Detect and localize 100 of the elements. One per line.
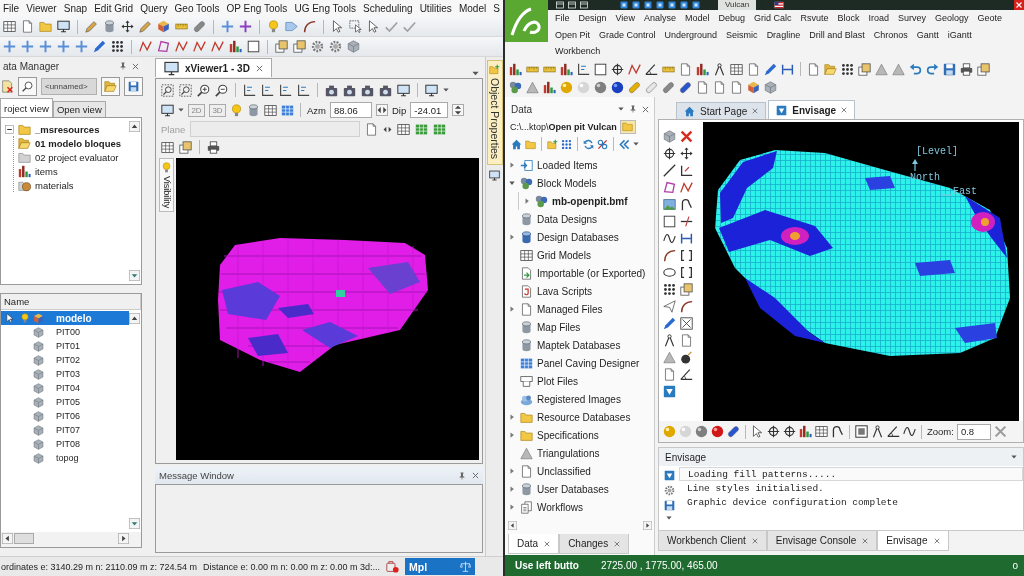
printer-icon[interactable]: [207, 140, 220, 154]
caret-right-icon[interactable]: [509, 234, 515, 240]
tree-item[interactable]: 01 modelo bloques: [18, 136, 129, 150]
tree-item[interactable]: Loaded Items: [508, 156, 652, 174]
tree-item[interactable]: Data Designs: [508, 210, 652, 228]
tree-item[interactable]: Lava Scripts: [508, 282, 652, 300]
caret-down-icon[interactable]: [633, 141, 639, 147]
square-icon[interactable]: [663, 215, 676, 228]
camera-icon[interactable]: [379, 83, 392, 97]
square-icon[interactable]: [594, 62, 607, 76]
close-icon[interactable]: [752, 108, 759, 114]
left-right-arrows-icon[interactable]: [376, 104, 388, 116]
menu-item[interactable]: File: [3, 3, 20, 14]
monitor-icon[interactable]: [161, 103, 174, 117]
axes-icon[interactable]: [297, 83, 310, 97]
page-icon[interactable]: [730, 81, 743, 95]
grid-icon[interactable]: [161, 140, 174, 154]
tree-item[interactable]: _msresources: [5, 122, 129, 136]
close-icon[interactable]: [862, 537, 869, 544]
scrollbar[interactable]: [508, 521, 652, 530]
framed-square-icon[interactable]: [855, 425, 868, 438]
move-icon[interactable]: [121, 20, 134, 33]
save-icon[interactable]: [663, 500, 675, 511]
cursor-icon[interactable]: [367, 20, 380, 33]
cube-icon[interactable]: [157, 20, 170, 33]
menu-item[interactable]: Model: [458, 3, 487, 14]
tab[interactable]: Changes: [559, 534, 630, 554]
bar-chart-icon[interactable]: [543, 81, 556, 95]
menu-item[interactable]: Underground: [664, 29, 718, 40]
camera-icon[interactable]: [325, 83, 338, 97]
list-item[interactable]: PIT05: [1, 395, 129, 409]
crosshair-icon[interactable]: [663, 147, 676, 160]
box-cross-icon[interactable]: [680, 317, 693, 330]
search-button[interactable]: [18, 77, 37, 96]
monitor-icon[interactable]: [425, 83, 438, 97]
list-item[interactable]: PIT00: [1, 325, 129, 339]
drafting-compass-icon[interactable]: [663, 334, 676, 347]
axes-icon[interactable]: [577, 62, 590, 76]
sphere-icon[interactable]: [711, 425, 724, 438]
page-icon[interactable]: [21, 20, 34, 33]
line-icon[interactable]: [663, 164, 676, 177]
list-item[interactable]: PIT08: [1, 437, 129, 451]
crosshair-icon[interactable]: [767, 425, 780, 438]
cube-icon[interactable]: [747, 81, 760, 95]
pin-icon[interactable]: [119, 62, 127, 70]
bar-chart-icon[interactable]: [696, 62, 709, 76]
tile-icon[interactable]: [668, 1, 676, 9]
menu-item[interactable]: Geo Tools: [174, 3, 220, 14]
close-icon[interactable]: [544, 540, 551, 547]
tile-icon[interactable]: [632, 1, 640, 9]
close-icon[interactable]: [841, 107, 848, 113]
menu-item[interactable]: Debug: [718, 13, 745, 24]
angle-icon[interactable]: [645, 62, 658, 76]
grid-icon[interactable]: [730, 62, 743, 76]
plus-icon[interactable]: [221, 20, 234, 33]
polyline-icon[interactable]: [139, 40, 152, 53]
plus-icon[interactable]: [3, 40, 16, 53]
sphere-icon[interactable]: [594, 81, 607, 95]
grid-icon[interactable]: [264, 103, 277, 117]
angle-icon[interactable]: [680, 368, 693, 381]
move-icon[interactable]: [680, 147, 693, 160]
window-icon[interactable]: [568, 1, 576, 9]
dot-grid-icon[interactable]: [663, 283, 676, 296]
split-line-icon[interactable]: [680, 215, 693, 228]
left-arrow-icon[interactable]: [508, 521, 517, 530]
selection-box-icon[interactable]: [349, 20, 362, 33]
light-bulb-icon[interactable]: [267, 20, 280, 33]
cube-icon[interactable]: [347, 40, 360, 53]
list-item[interactable]: modelo: [1, 311, 129, 325]
home-icon[interactable]: [511, 138, 522, 150]
polyline-icon[interactable]: [193, 40, 206, 53]
double-chevron-icon[interactable]: [619, 138, 630, 150]
page-cross-icon[interactable]: [1, 80, 14, 93]
dot-grid-icon[interactable]: [561, 138, 572, 150]
bar-chart-icon[interactable]: [560, 62, 573, 76]
tree-item[interactable]: Importable (or Exported): [508, 264, 652, 282]
printer-icon[interactable]: [960, 62, 973, 76]
menu-item[interactable]: UG Eng Tools: [294, 3, 356, 14]
menu-item[interactable]: Geote: [977, 13, 1003, 24]
tree-item[interactable]: Workflows: [508, 498, 652, 516]
dot-grid-icon[interactable]: [841, 62, 854, 76]
tab[interactable]: Workbench Client: [658, 531, 767, 551]
menu-item[interactable]: Block: [837, 13, 860, 24]
object-properties-tab[interactable]: Object Properties: [486, 60, 503, 166]
right-arrow-icon[interactable]: [643, 521, 652, 530]
tile-icon[interactable]: [620, 1, 628, 9]
save-button[interactable]: [124, 77, 143, 96]
zoom-field[interactable]: 0.8: [956, 423, 991, 440]
caret-right-icon[interactable]: [509, 486, 515, 492]
arc-icon[interactable]: [303, 20, 316, 33]
axes-icon[interactable]: [261, 83, 274, 97]
tab[interactable]: Envisage: [768, 100, 856, 119]
visibility-tab[interactable]: Visibility: [159, 158, 174, 213]
menu-item[interactable]: Iroad: [868, 13, 890, 24]
pencil-icon[interactable]: [85, 20, 98, 33]
triangle-icon[interactable]: [875, 62, 888, 76]
menu-item[interactable]: Dragline: [766, 29, 801, 40]
3d-viewport[interactable]: [176, 158, 479, 460]
caret-right-icon[interactable]: [509, 504, 515, 510]
broken-link-icon[interactable]: [597, 138, 608, 150]
